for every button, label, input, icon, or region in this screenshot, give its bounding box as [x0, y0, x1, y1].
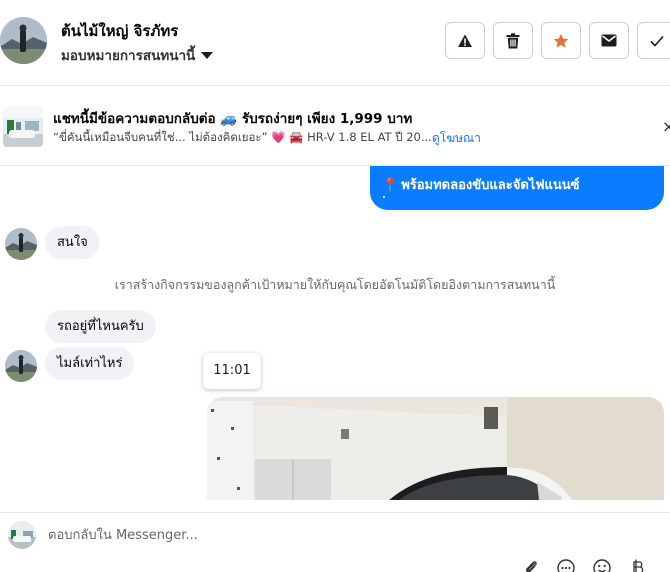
outgoing-message-dot: . — [382, 190, 386, 201]
delete-button[interactable] — [493, 22, 533, 59]
incoming-message[interactable]: รถอยู่ที่ไหนครับ — [45, 310, 156, 343]
contact-name[interactable]: ต้นไม้ใหญ่ จิรภัทร — [61, 19, 178, 43]
mail-icon — [601, 34, 617, 47]
message-thread[interactable]: 📍 พร้อมทดลองขับและจัดไฟแนนซ์ . สนใจ เราสร… — [0, 166, 670, 500]
caret-down-icon — [201, 51, 214, 59]
outgoing-message[interactable]: 📍 พร้อมทดลองขับและจัดไฟแนนซ์ . — [370, 166, 664, 210]
ad-thumbnail[interactable] — [3, 106, 43, 147]
outgoing-message-text: พร้อมทดลองขับและจัดไฟแนนซ์ — [401, 178, 580, 193]
trash-icon — [506, 32, 520, 48]
system-note: เราสร้างกิจกรรมของลูกค้าเป้าหมายให้กับคุ… — [114, 277, 556, 292]
close-ad-banner-button[interactable]: × — [662, 117, 670, 136]
report-spam-button[interactable] — [445, 22, 485, 59]
ad-reply-banner: แชทนี้มีข้อความตอบกลับต่อ 🚙 รับรถง่ายๆ เ… — [0, 87, 670, 166]
page-avatar — [8, 521, 36, 549]
assign-label: มอบหมายการสนทนานี้ — [61, 48, 196, 64]
emoji-icon — [593, 559, 611, 572]
incoming-message[interactable]: สนใจ — [45, 226, 100, 259]
attach-button[interactable] — [521, 559, 541, 572]
timestamp-tooltip: 11:01 — [203, 353, 261, 389]
attach-icon — [525, 561, 537, 572]
reply-input[interactable] — [48, 523, 628, 547]
emoji-button[interactable] — [592, 559, 612, 572]
mark-unread-button[interactable] — [589, 22, 629, 59]
warning-icon — [458, 34, 472, 47]
more-icon — [557, 559, 575, 572]
star-icon — [553, 33, 569, 48]
conversation-header: ต้นไม้ใหญ่ จิรภัทร มอบหมายการสนทนานี้ — [0, 0, 670, 86]
incoming-message[interactable]: ไมล์เท่าไหร่ — [45, 347, 135, 380]
ad-title: แชทนี้มีข้อความตอบกลับต่อ 🚙 รับรถง่ายๆ เ… — [53, 111, 413, 127]
more-options-button[interactable] — [556, 559, 576, 572]
view-ad-link[interactable]: ดูโฆษณา — [432, 129, 481, 148]
assign-conversation-dropdown[interactable]: มอบหมายการสนทนานี้ — [61, 44, 214, 66]
contact-avatar[interactable] — [0, 17, 47, 64]
image-attachment[interactable] — [207, 397, 664, 500]
ad-subtitle: “ขี่คันนี้เหมือนจีบคนที่ใช่... ไม่ต้องคิ… — [53, 130, 432, 144]
reply-composer — [0, 512, 670, 572]
currency-icon — [633, 559, 644, 572]
sender-avatar — [5, 350, 37, 382]
payment-button[interactable] — [628, 559, 648, 572]
star-button[interactable] — [541, 22, 581, 59]
mark-done-button[interactable] — [637, 22, 670, 59]
check-icon — [650, 35, 664, 47]
sender-avatar — [5, 228, 37, 260]
